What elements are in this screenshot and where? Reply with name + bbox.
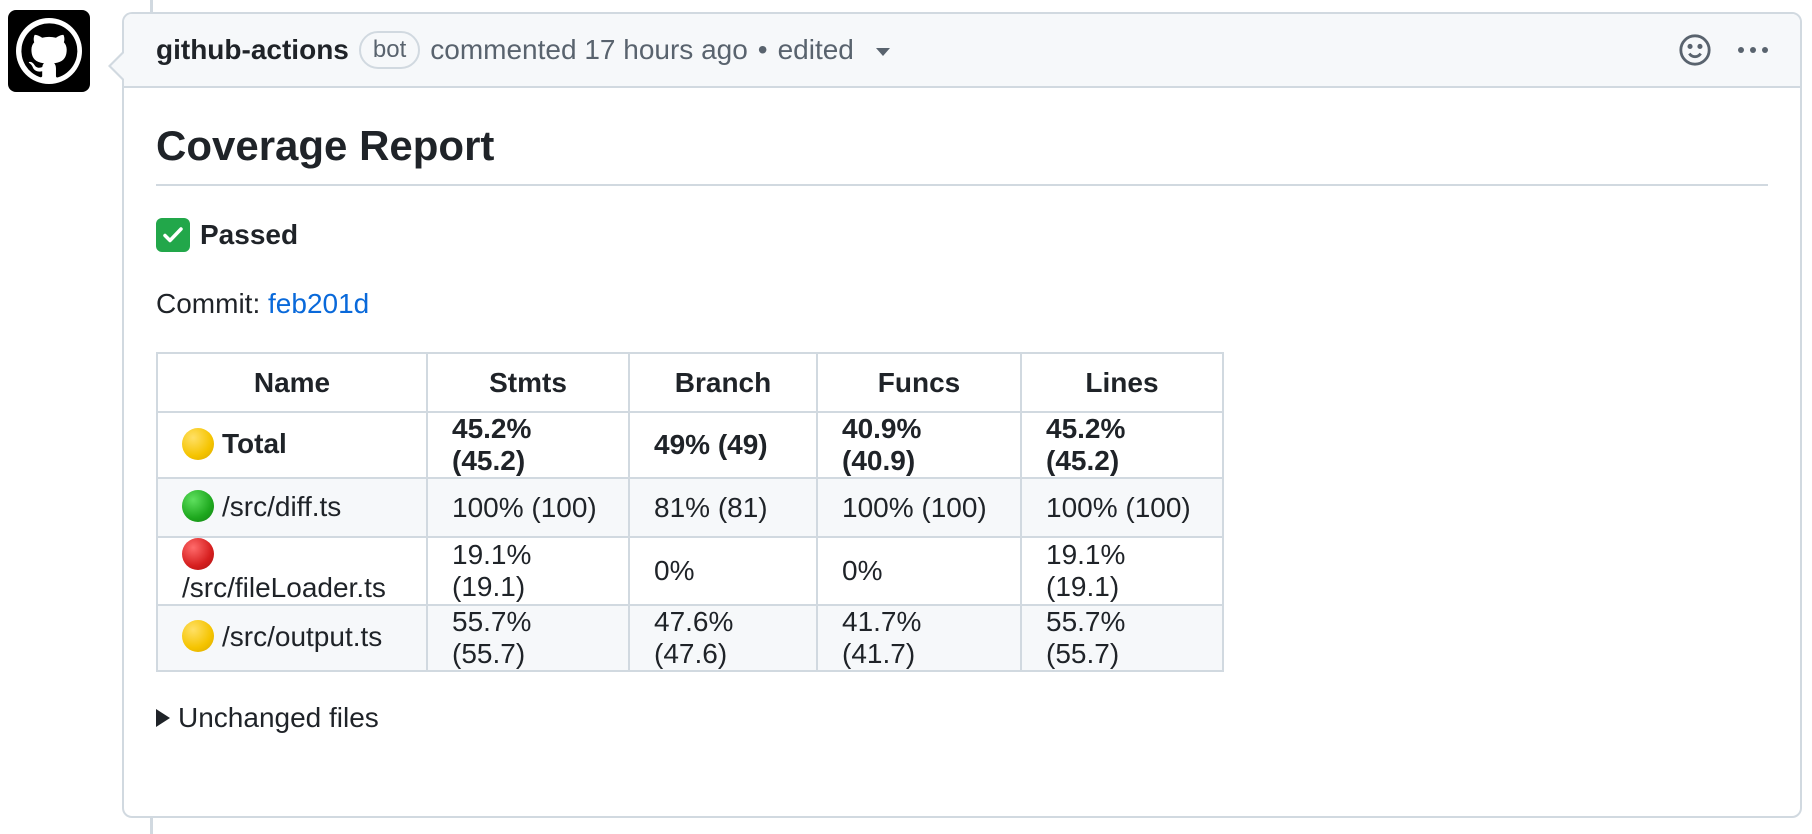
- row-lines: 100% (100): [1020, 477, 1224, 538]
- yellow-circle-icon: [182, 620, 214, 653]
- table-row: /src/fileLoader.ts 19.1% (19.1) 0% 0% 19…: [156, 536, 1224, 606]
- row-stmts: 45.2% (45.2): [426, 411, 630, 479]
- row-name: /src/fileLoader.ts: [182, 571, 386, 603]
- row-name-cell: /src/output.ts: [156, 603, 428, 672]
- row-lines: 55.7% (55.7): [1020, 603, 1224, 672]
- header-funcs: Funcs: [816, 352, 1022, 413]
- kebab-icon[interactable]: [1736, 45, 1770, 55]
- comment-header: github-actions bot commented 17 hours ag…: [124, 14, 1800, 88]
- row-funcs: 40.9% (40.9): [816, 411, 1022, 479]
- report-title: Coverage Report: [156, 122, 1768, 186]
- header-branch: Branch: [628, 352, 818, 413]
- yellow-circle-icon: [182, 427, 214, 460]
- github-octocat-icon: [16, 18, 82, 84]
- commit-label: Commit:: [156, 288, 261, 319]
- check-mark-icon: [156, 218, 190, 252]
- row-branch: 47.6% (47.6): [628, 603, 818, 672]
- row-branch: 49% (49): [628, 411, 818, 479]
- status-line: Passed: [156, 218, 1768, 252]
- details-summary: Unchanged files: [178, 701, 379, 733]
- table-header-row: Name Stmts Branch Funcs Lines: [156, 352, 1224, 413]
- row-branch: 81% (81): [628, 477, 818, 538]
- comment-body: Coverage Report Passed Commit: feb201d N…: [124, 88, 1800, 734]
- row-funcs: 0%: [816, 536, 1022, 606]
- row-name: Total: [222, 428, 287, 460]
- row-stmts: 55.7% (55.7): [426, 603, 630, 672]
- coverage-table: Name Stmts Branch Funcs Lines Total 45.2…: [156, 352, 1224, 672]
- author-avatar[interactable]: [8, 10, 90, 92]
- header-stmts: Stmts: [426, 352, 630, 413]
- green-circle-icon: [182, 490, 214, 523]
- row-name-cell: /src/diff.ts: [156, 477, 428, 538]
- author-name[interactable]: github-actions: [156, 34, 349, 66]
- row-name-cell: Total: [156, 411, 428, 479]
- table-row: Total 45.2% (45.2) 49% (49) 40.9% (40.9)…: [156, 411, 1224, 479]
- status-text: Passed: [200, 219, 299, 250]
- edited-label: edited: [777, 34, 854, 65]
- meta-separator: •: [757, 34, 768, 65]
- commit-link[interactable]: feb201d: [268, 288, 369, 319]
- caret-down-icon: [875, 47, 890, 56]
- row-stmts: 19.1% (19.1): [426, 536, 630, 606]
- row-funcs: 41.7% (41.7): [816, 603, 1022, 672]
- triangle-right-icon: [156, 708, 170, 727]
- comment-box: github-actions bot commented 17 hours ag…: [108, 12, 1802, 818]
- row-name: /src/output.ts: [222, 620, 383, 652]
- header-actions: [1678, 33, 1770, 67]
- row-name: /src/diff.ts: [222, 490, 342, 522]
- bot-badge: bot: [358, 31, 421, 69]
- row-lines: 45.2% (45.2): [1020, 411, 1224, 479]
- row-name-cell: /src/fileLoader.ts: [156, 536, 428, 606]
- comment-timestamp[interactable]: commented 17 hours ago: [430, 34, 748, 66]
- smiley-icon[interactable]: [1678, 33, 1712, 67]
- unchanged-files-toggle[interactable]: Unchanged files: [156, 702, 1768, 734]
- commit-line: Commit: feb201d: [156, 288, 1768, 320]
- edited-menu[interactable]: edited: [778, 34, 890, 66]
- row-funcs: 100% (100): [816, 477, 1022, 538]
- header-lines: Lines: [1020, 352, 1224, 413]
- row-branch: 0%: [628, 536, 818, 606]
- red-circle-icon: [182, 537, 214, 570]
- row-stmts: 100% (100): [426, 477, 630, 538]
- table-row: /src/output.ts 55.7% (55.7) 47.6% (47.6)…: [156, 603, 1224, 672]
- header-name: Name: [156, 352, 428, 413]
- table-row: /src/diff.ts 100% (100) 81% (81) 100% (1…: [156, 477, 1224, 538]
- row-lines: 19.1% (19.1): [1020, 536, 1224, 606]
